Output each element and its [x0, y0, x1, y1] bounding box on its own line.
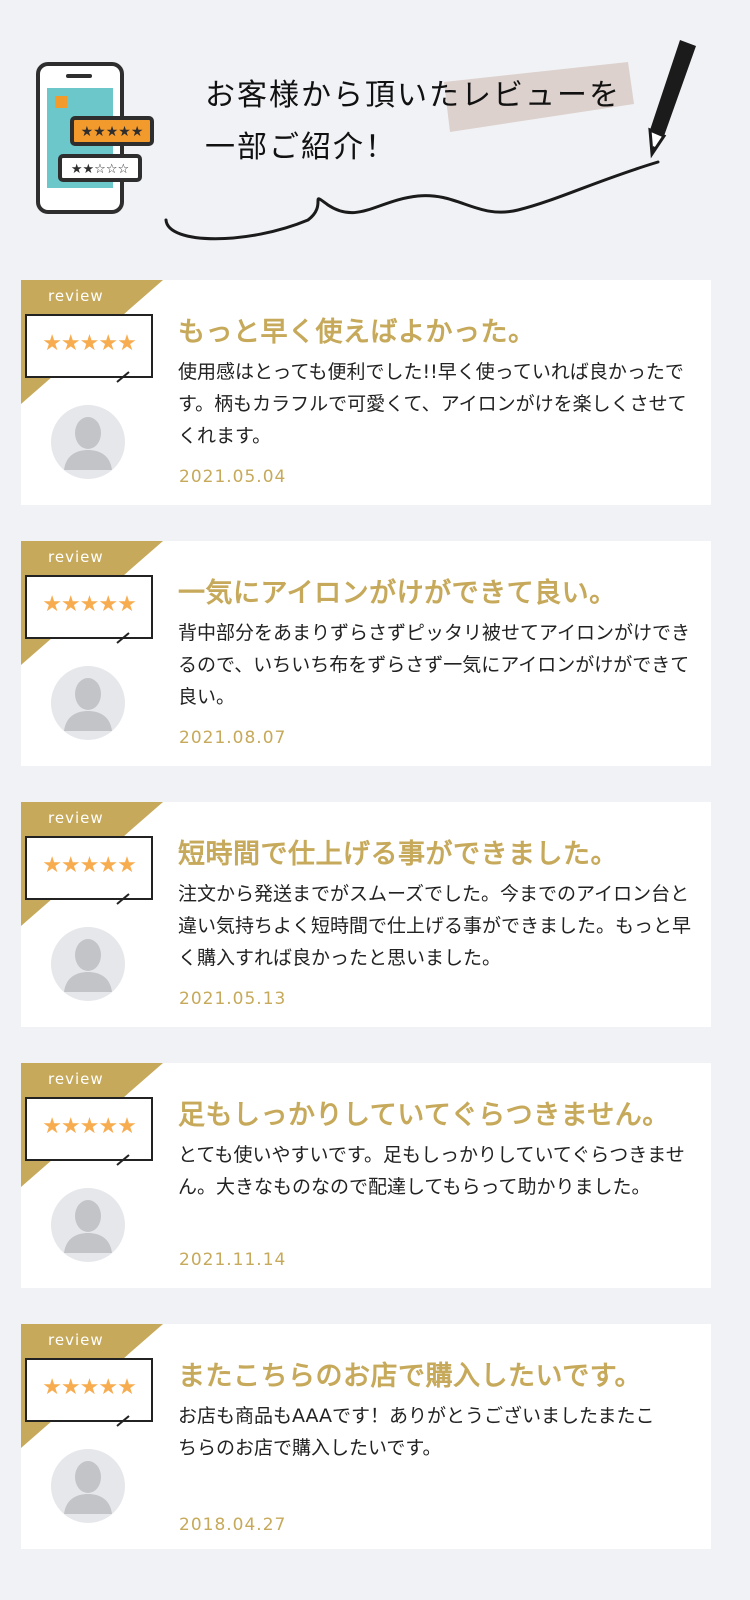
user-avatar-icon: [51, 927, 125, 1001]
review-title: またこちらのお店で購入したいです。: [178, 1361, 642, 1392]
bubble-tail: [116, 893, 130, 905]
review-card: review ★★★★★ またこちらのお店で購入したいです。 お店も商品もAAA…: [21, 1324, 711, 1549]
review-date: 2021.05.04: [179, 467, 287, 487]
rating-stars: ★★★★★: [42, 1114, 137, 1139]
review-date: 2021.11.14: [179, 1250, 287, 1270]
bubble-tail: [116, 1154, 130, 1166]
review-title: 短時間で仕上げる事ができました。: [178, 839, 618, 870]
svg-text:★★★★★: ★★★★★: [81, 124, 144, 140]
rating-stars: ★★★★★: [42, 853, 137, 878]
pencil-icon: [648, 40, 696, 159]
review-title: 足もしっかりしていてぐらつきません。: [178, 1100, 670, 1131]
review-label: review: [48, 548, 104, 566]
bubble-tail: [116, 1415, 130, 1427]
review-title: 一気にアイロンがけができて良い。: [178, 578, 617, 609]
user-avatar-icon: [51, 405, 125, 479]
review-card: review ★★★★★ もっと早く使えばよかった。 使用感はとっても便利でした…: [21, 280, 711, 505]
rating-stars: ★★★★★: [42, 331, 137, 356]
review-card: review ★★★★★ 足もしっかりしていてぐらつきません。 とても使いやすい…: [21, 1063, 711, 1288]
review-date: 2021.05.13: [179, 989, 287, 1009]
review-body: お店も商品もAAAです！ありがとうございましたまたこちらのお店で購入したいです。: [178, 1405, 655, 1459]
bubble-tail: [116, 371, 130, 383]
review-body: とても使いやすいです。足もしっかりしていてぐらつきません。大きなものなので配達し…: [178, 1144, 685, 1198]
header-title-line1: お客様から頂いたレビューを: [205, 78, 621, 113]
review-label: review: [48, 1331, 104, 1349]
review-title: もっと早く使えばよかった。: [178, 317, 536, 348]
user-avatar-icon: [51, 1449, 125, 1523]
phone-review-icon: ★★★★★ ★★☆☆☆: [36, 62, 154, 214]
review-body: 使用感はとっても便利でした!!早く使っていれば良かったです。柄もカラフルで可愛く…: [178, 361, 687, 447]
review-body: 注文から発送までがスムーズでした。今までのアイロン台と違い気持ちよく短時間で仕上…: [178, 883, 692, 969]
svg-text:★★☆☆☆: ★★☆☆☆: [71, 162, 129, 177]
review-card: review ★★★★★ 一気にアイロンがけができて良い。 背中部分をあまりずら…: [21, 541, 711, 766]
review-date: 2021.08.07: [179, 728, 287, 748]
user-avatar-icon: [51, 666, 125, 740]
header: ★★★★★ ★★☆☆☆ お客様から頂いたレビューを 一部ご紹介！: [0, 0, 750, 282]
review-card: review ★★★★★ 短時間で仕上げる事ができました。 注文から発送までがス…: [21, 802, 711, 1027]
bubble-tail: [116, 632, 130, 644]
review-label: review: [48, 1070, 104, 1088]
review-date: 2018.04.27: [179, 1515, 287, 1535]
rating-stars: ★★★★★: [42, 592, 137, 617]
review-label: review: [48, 809, 104, 827]
review-body: 背中部分をあまりずらさずピッタリ被せてアイロンがけできるので、いちいち布をずらさ…: [178, 622, 691, 708]
user-avatar-icon: [51, 1188, 125, 1262]
review-label: review: [48, 287, 104, 305]
rating-stars: ★★★★★: [42, 1375, 137, 1400]
wave-line-decoration: [164, 160, 660, 241]
